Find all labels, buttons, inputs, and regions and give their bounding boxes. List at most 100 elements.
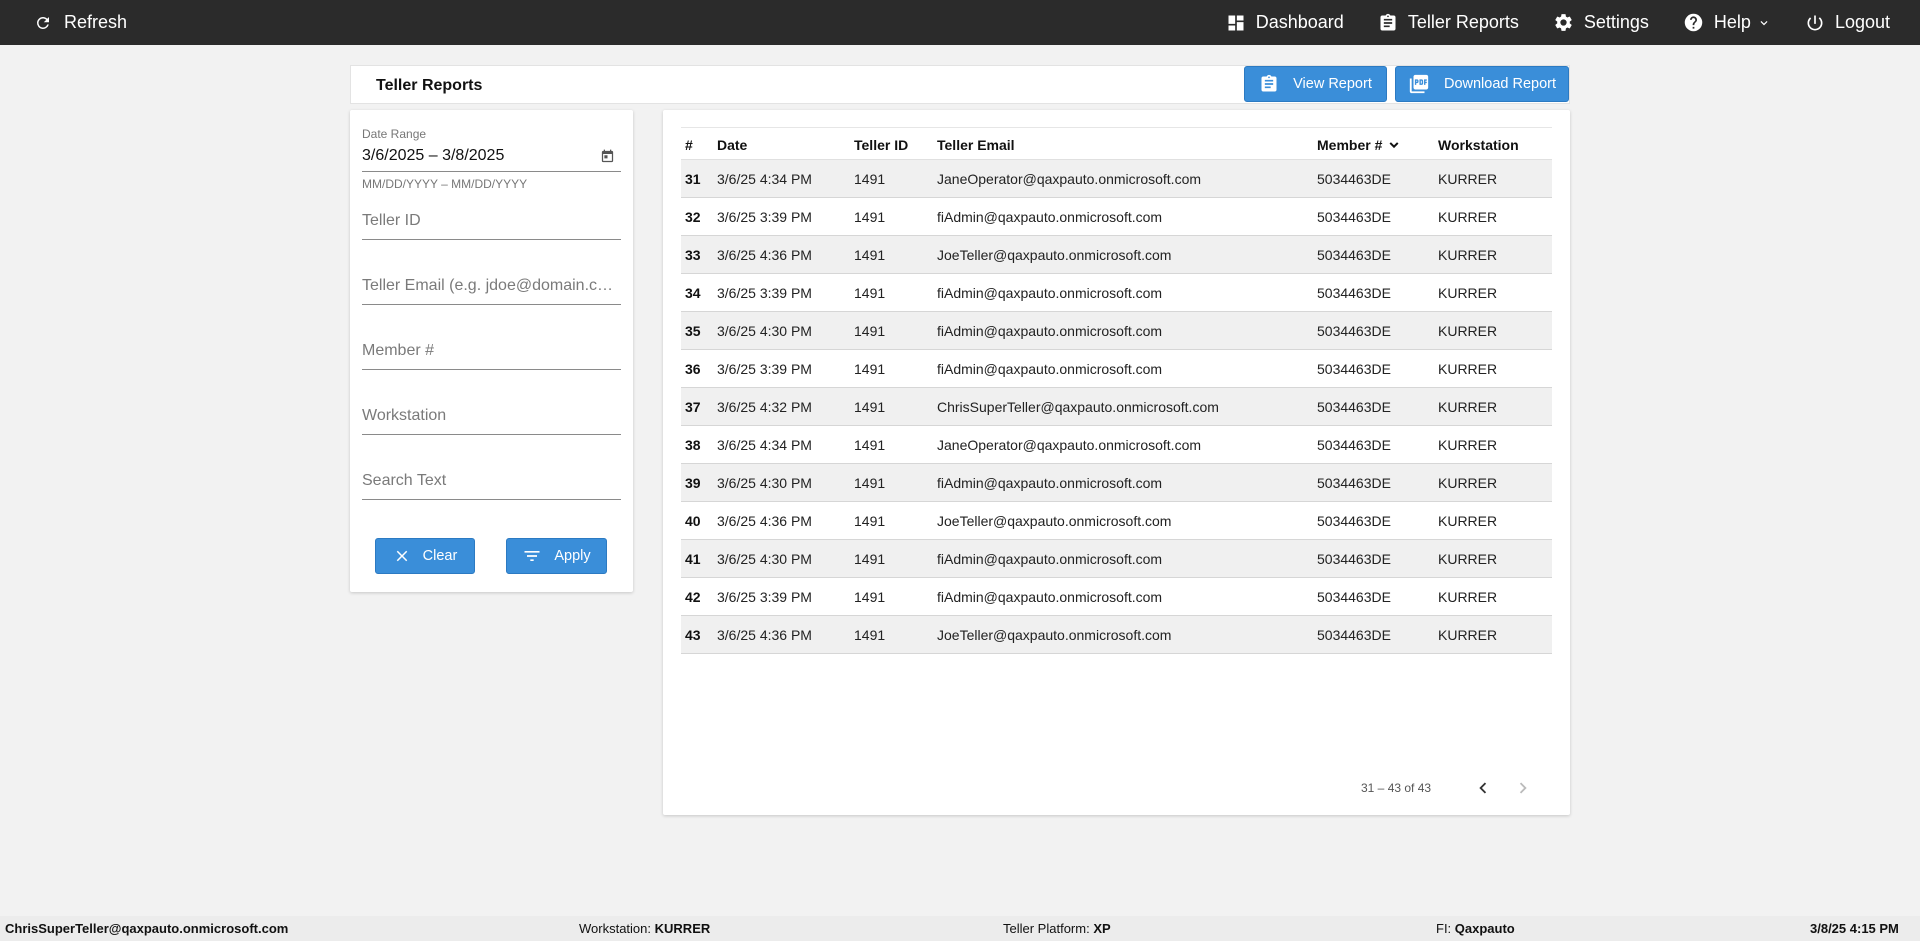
table-row[interactable]: 31 3/6/25 4:34 PM 1491 JaneOperator@qaxpaut… [681, 160, 1552, 198]
cell-teller-id: 1491 [854, 437, 886, 453]
nav-logout[interactable]: Logout [1805, 12, 1890, 33]
cell-date: 3/6/25 4:36 PM [717, 627, 812, 643]
cell-workstation: KURRER [1438, 589, 1498, 605]
cell-teller-id: 1491 [854, 513, 886, 529]
cell-date: 3/6/25 4:36 PM [717, 247, 812, 263]
cell-teller-id: 1491 [854, 399, 886, 415]
cell-num: 43 [685, 627, 701, 643]
top-nav: Dashboard Teller Reports Settings Help L… [1192, 0, 1890, 45]
status-bar: ChrisSuperTeller@qaxpauto.onmicrosoft.co… [0, 916, 1920, 941]
table-row[interactable]: 33 3/6/25 4:36 PM 1491 JoeTeller@qaxpauto.o… [681, 236, 1552, 274]
report-table: # Date Teller ID Teller Email Member # W… [681, 127, 1552, 654]
clipboard-icon [1380, 13, 1396, 31]
cell-teller-id: 1491 [854, 475, 886, 491]
clear-label: Clear [422, 548, 458, 564]
table-row[interactable]: 40 3/6/25 4:36 PM 1491 JoeTeller@qaxpauto.o… [681, 502, 1552, 540]
search-text-input[interactable]: Search Text [362, 472, 621, 490]
col-header-teller-id[interactable]: Teller ID [854, 137, 908, 153]
chevron-right-icon [1519, 782, 1527, 794]
nav-dashboard[interactable]: Dashboard [1226, 12, 1344, 33]
table-row[interactable]: 42 3/6/25 3:39 PM 1491 fiAdmin@qaxpauto.onm… [681, 578, 1552, 616]
date-range-input[interactable]: 3/6/2025 – 3/8/2025 [362, 147, 504, 165]
cell-workstation: KURRER [1438, 437, 1498, 453]
col-header-num[interactable]: # [685, 137, 693, 153]
cell-workstation: KURRER [1438, 323, 1498, 339]
cell-member: 5034463DE [1317, 171, 1391, 187]
next-page-button[interactable] [1509, 774, 1537, 802]
teller-id-field[interactable]: Teller ID [362, 212, 621, 240]
col-header-date[interactable]: Date [717, 137, 747, 153]
teller-email-input[interactable]: Teller Email (e.g. jdoe@domain.com) [362, 277, 621, 295]
cell-member: 5034463DE [1317, 399, 1391, 415]
cell-member: 5034463DE [1317, 475, 1391, 491]
cell-teller-id: 1491 [854, 551, 886, 567]
cell-teller-email: fiAdmin@qaxpauto.onmicrosoft.com [937, 551, 1163, 567]
status-workstation: Workstation: KURRER [579, 921, 711, 936]
calendar-icon[interactable] [600, 149, 615, 164]
table-row[interactable]: 43 3/6/25 4:36 PM 1491 JoeTeller@qaxpauto.o… [681, 616, 1552, 654]
prev-page-button[interactable] [1469, 774, 1497, 802]
cell-teller-id: 1491 [854, 627, 886, 643]
cell-workstation: KURRER [1438, 551, 1498, 567]
nav-help[interactable]: Help [1683, 12, 1771, 33]
chevron-left-icon [1479, 782, 1487, 794]
close-icon [396, 550, 407, 562]
nav-settings[interactable]: Settings [1553, 12, 1649, 33]
col-header-member[interactable]: Member # [1317, 137, 1402, 153]
table-row[interactable]: 35 3/6/25 4:30 PM 1491 fiAdmin@qaxpauto.onm… [681, 312, 1552, 350]
workstation-input[interactable]: Workstation [362, 407, 621, 425]
table-row[interactable]: 41 3/6/25 4:30 PM 1491 fiAdmin@qaxpauto.onm… [681, 540, 1552, 578]
table-row[interactable]: 34 3/6/25 3:39 PM 1491 fiAdmin@qaxpauto.onm… [681, 274, 1552, 312]
table-row[interactable]: 36 3/6/25 3:39 PM 1491 fiAdmin@qaxpauto.onm… [681, 350, 1552, 388]
cell-member: 5034463DE [1317, 437, 1391, 453]
member-field[interactable]: Member # [362, 342, 621, 370]
sort-desc-icon [1389, 142, 1399, 149]
col-header-workstation[interactable]: Workstation [1438, 137, 1519, 153]
cell-num: 39 [685, 475, 701, 491]
date-range-hint: MM/DD/YYYY – MM/DD/YYYY [362, 177, 528, 191]
table-row[interactable]: 39 3/6/25 4:30 PM 1491 fiAdmin@qaxpauto.onm… [681, 464, 1552, 502]
cell-num: 34 [685, 285, 701, 301]
nav-logout-label: Logout [1834, 12, 1890, 32]
cell-date: 3/6/25 4:30 PM [717, 475, 812, 491]
workstation-field[interactable]: Workstation [362, 407, 621, 435]
cell-member: 5034463DE [1317, 551, 1391, 567]
apply-label: Apply [554, 548, 591, 564]
nav-help-label: Help [1713, 12, 1751, 32]
top-bar: Refresh Dashboard Teller Reports Setting… [0, 0, 1920, 45]
download-report-button[interactable]: Download Report [1395, 66, 1569, 102]
table-row[interactable]: 38 3/6/25 4:34 PM 1491 JaneOperator@qaxpaut… [681, 426, 1552, 464]
clear-button[interactable]: Clear [375, 538, 475, 574]
cell-teller-email: fiAdmin@qaxpauto.onmicrosoft.com [937, 323, 1163, 339]
cell-num: 38 [685, 437, 701, 453]
search-text-field[interactable]: Search Text [362, 472, 621, 500]
cell-workstation: KURRER [1438, 513, 1498, 529]
cell-num: 37 [685, 399, 701, 415]
cell-date: 3/6/25 4:34 PM [717, 437, 812, 453]
view-report-button[interactable]: View Report [1244, 66, 1387, 102]
cell-teller-id: 1491 [854, 247, 886, 263]
cell-workstation: KURRER [1438, 285, 1498, 301]
nav-teller-reports[interactable]: Teller Reports [1378, 12, 1519, 33]
apply-button[interactable]: Apply [506, 538, 607, 574]
cell-member: 5034463DE [1317, 361, 1391, 377]
teller-email-field[interactable]: Teller Email (e.g. jdoe@domain.com) [362, 277, 621, 305]
cell-num: 33 [685, 247, 701, 263]
cell-workstation: KURRER [1438, 361, 1498, 377]
cell-teller-email: fiAdmin@qaxpauto.onmicrosoft.com [937, 589, 1163, 605]
cell-num: 31 [685, 171, 701, 187]
cell-teller-email: JoeTeller@qaxpauto.onmicrosoft.com [937, 247, 1172, 263]
cell-num: 42 [685, 589, 701, 605]
status-user: ChrisSuperTeller@qaxpauto.onmicrosoft.co… [5, 921, 289, 936]
cell-member: 5034463DE [1317, 209, 1391, 225]
table-row[interactable]: 37 3/6/25 4:32 PM 1491 ChrisSuperTeller@qax… [681, 388, 1552, 426]
teller-id-input[interactable]: Teller ID [362, 212, 621, 230]
table-row[interactable]: 32 3/6/25 3:39 PM 1491 fiAdmin@qaxpauto.onm… [681, 198, 1552, 236]
status-fi: FI: Qaxpauto [1436, 921, 1515, 936]
cell-member: 5034463DE [1317, 513, 1391, 529]
chevron-down-icon [1760, 20, 1768, 25]
col-header-teller-email[interactable]: Teller Email [937, 137, 1015, 153]
cell-teller-email: ChrisSuperTeller@qaxpauto.onmicrosoft.co… [937, 399, 1219, 415]
refresh-button[interactable]: Refresh [34, 0, 127, 45]
member-input[interactable]: Member # [362, 342, 621, 360]
